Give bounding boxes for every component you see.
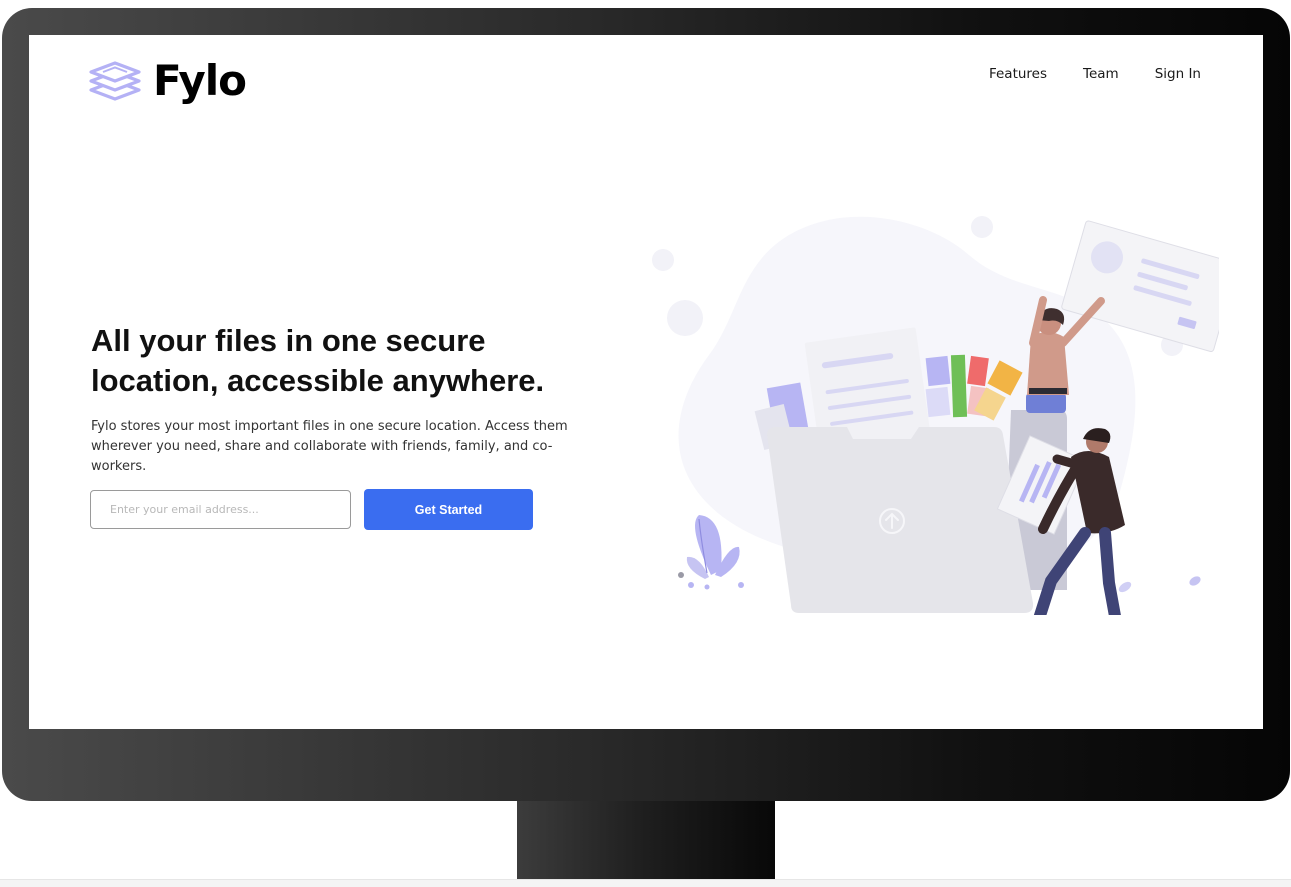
brand-logo[interactable]: Fylo bbox=[89, 56, 247, 105]
get-started-button[interactable]: Get Started bbox=[364, 489, 533, 530]
file-upload-illustration bbox=[652, 216, 1219, 615]
hero-headline: All your files in one secure location, a… bbox=[91, 323, 545, 398]
plant-decoration bbox=[678, 515, 744, 590]
nav-link-team[interactable]: Team bbox=[1083, 66, 1119, 82]
brand-name: Fylo bbox=[153, 56, 247, 105]
nav-link-sign-in[interactable]: Sign In bbox=[1155, 66, 1201, 82]
email-input[interactable] bbox=[90, 490, 351, 529]
top-nav: Features Team Sign In bbox=[989, 66, 1201, 82]
website-screen: Fylo Features Team Sign In All your file… bbox=[29, 35, 1263, 729]
stacked-layers-icon bbox=[89, 61, 141, 101]
monitor-stand bbox=[517, 801, 775, 879]
hero-description: Fylo stores your most important files in… bbox=[91, 419, 568, 474]
folder bbox=[767, 427, 1034, 613]
nav-link-features[interactable]: Features bbox=[989, 66, 1047, 82]
